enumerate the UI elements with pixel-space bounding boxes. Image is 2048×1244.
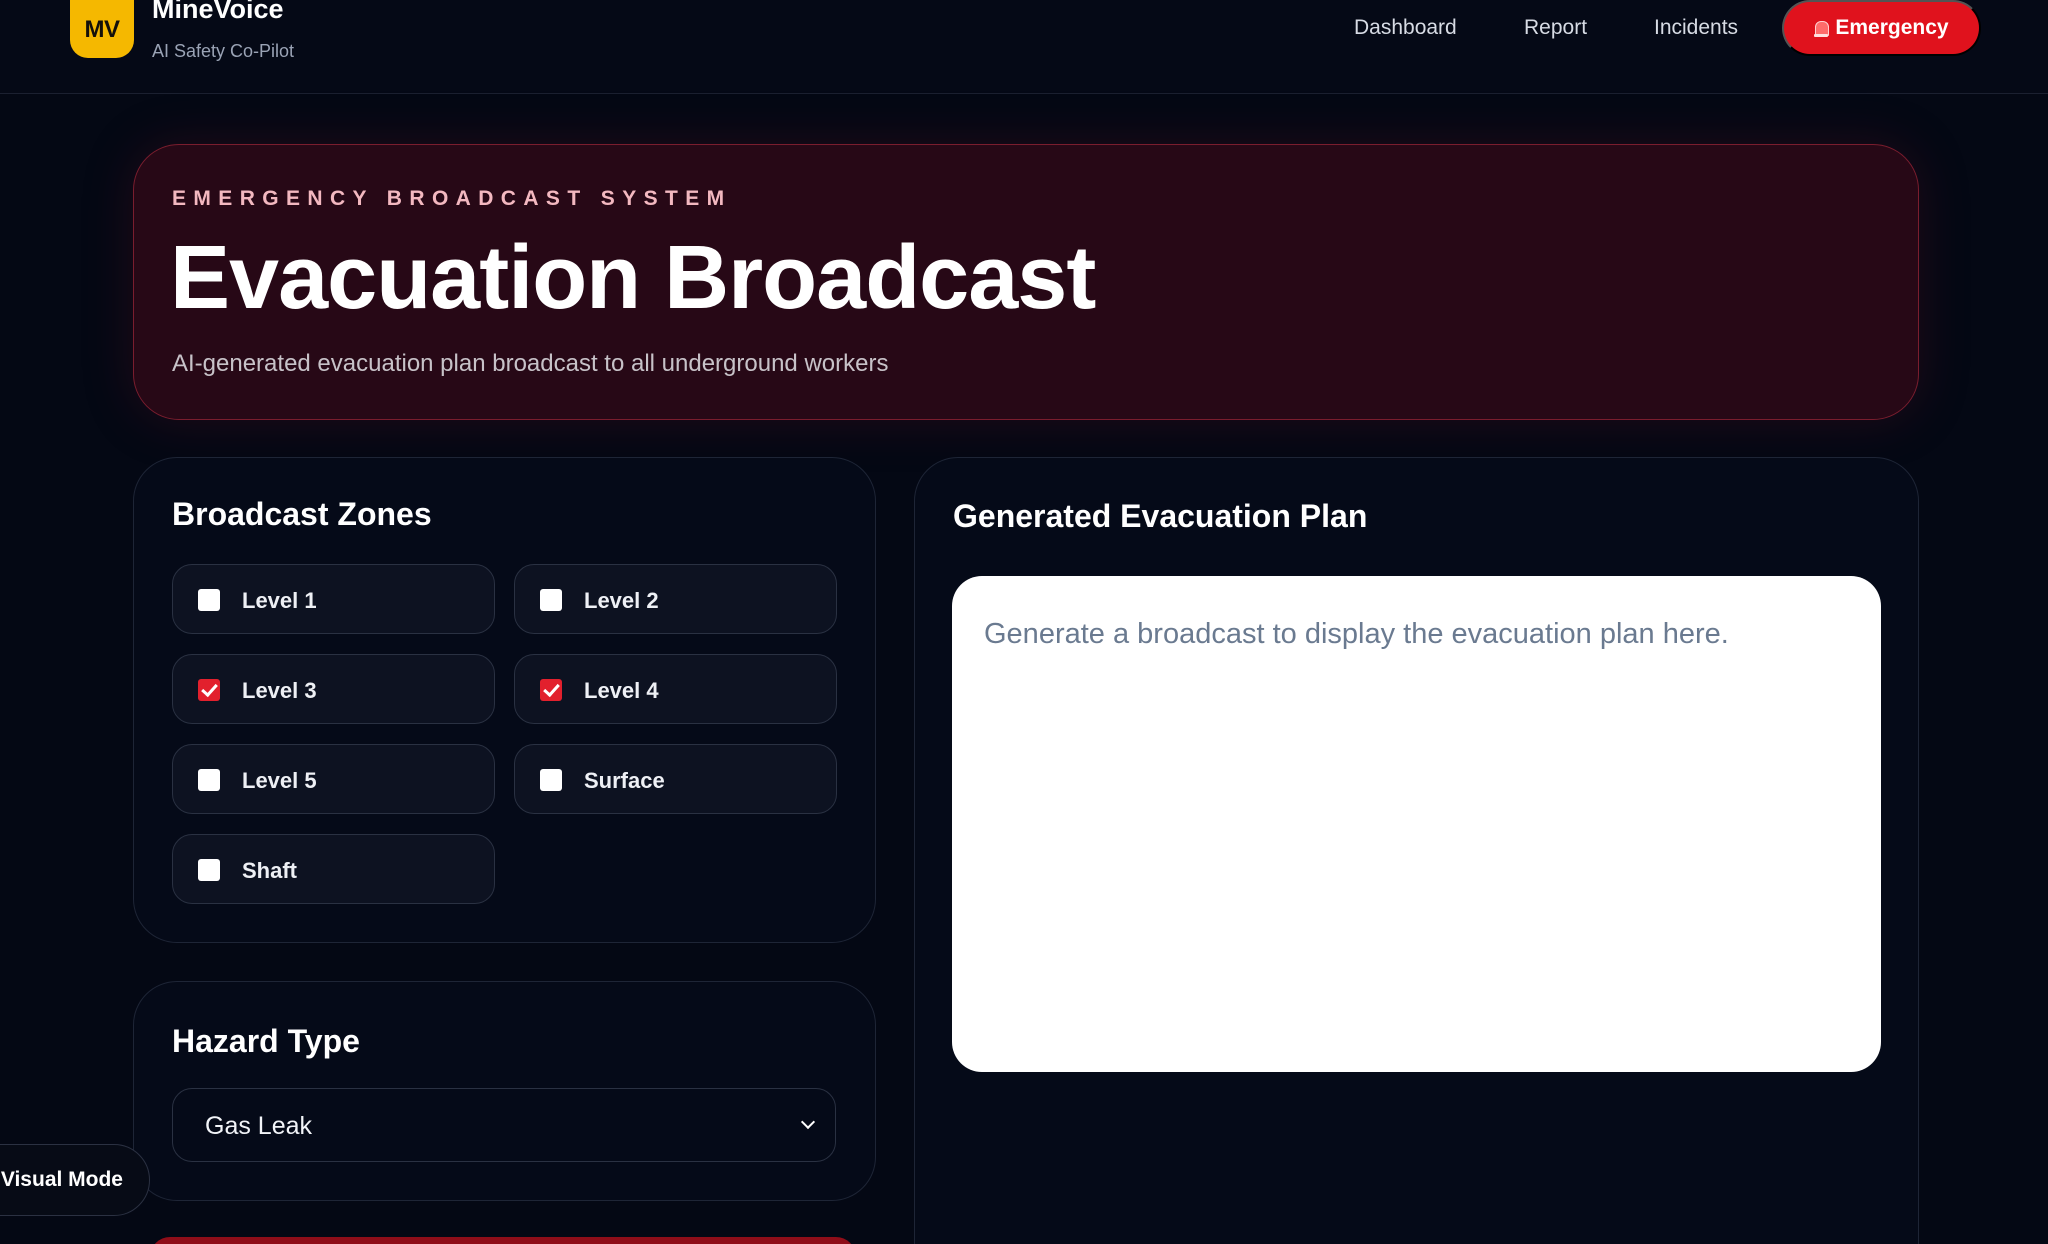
hero-banner: EMERGENCY BROADCAST SYSTEM Evacuation Br… bbox=[133, 144, 1919, 420]
zone-level-3[interactable]: Level 3 bbox=[172, 654, 495, 724]
zone-level-2[interactable]: Level 2 bbox=[514, 564, 837, 634]
evacuation-plan-placeholder: Generate a broadcast to display the evac… bbox=[984, 618, 1729, 650]
emergency-button[interactable]: Emergency bbox=[1782, 0, 1981, 56]
zone-label: Level 4 bbox=[584, 678, 659, 703]
app-name[interactable]: MineVoice bbox=[152, 0, 284, 25]
zone-label: Level 3 bbox=[242, 678, 317, 703]
broadcast-zones-card: Broadcast Zones Level 1 Level 2 Level 3 … bbox=[133, 457, 876, 943]
zone-label: Surface bbox=[584, 768, 665, 793]
hazard-type-card: Hazard Type Gas Leak bbox=[133, 981, 876, 1201]
hazard-type-select[interactable]: Gas Leak bbox=[172, 1088, 836, 1162]
evacuation-plan-title: Generated Evacuation Plan bbox=[953, 498, 1368, 534]
zone-shaft[interactable]: Shaft bbox=[172, 834, 495, 904]
app-logo[interactable]: MV bbox=[70, 0, 134, 58]
zone-level-1[interactable]: Level 1 bbox=[172, 564, 495, 634]
zone-label: Level 5 bbox=[242, 768, 317, 793]
page: MV MineVoice AI Safety Co-Pilot Dashboar… bbox=[0, 0, 2048, 1244]
zone-label: Level 1 bbox=[242, 588, 317, 613]
zone-surface[interactable]: Surface bbox=[514, 744, 837, 814]
nav-report-link[interactable]: Report bbox=[1524, 16, 1587, 40]
zone-checkbox[interactable] bbox=[198, 589, 220, 611]
visual-mode-toggle[interactable]: Visual Mode bbox=[0, 1144, 150, 1216]
zone-label: Shaft bbox=[242, 858, 297, 883]
app-tagline: AI Safety Co-Pilot bbox=[152, 41, 295, 61]
section-kicker: EMERGENCY BROADCAST SYSTEM bbox=[172, 187, 732, 210]
nav-incidents-link[interactable]: Incidents bbox=[1654, 16, 1738, 40]
page-title: Evacuation Broadcast bbox=[170, 228, 1096, 328]
zone-level-5[interactable]: Level 5 bbox=[172, 744, 495, 814]
top-navigation-bar: MV MineVoice AI Safety Co-Pilot Dashboar… bbox=[0, 0, 2048, 94]
chevron-down-icon bbox=[800, 1114, 816, 1130]
hazard-type-value: Gas Leak bbox=[205, 1112, 313, 1140]
nav-dashboard-link[interactable]: Dashboard bbox=[1354, 16, 1457, 40]
evacuation-plan-output: Generate a broadcast to display the evac… bbox=[952, 576, 1881, 1072]
emergency-label: Emergency bbox=[1835, 16, 1949, 39]
zone-checkbox-checked[interactable] bbox=[198, 679, 220, 701]
evacuation-plan-card: Generated Evacuation Plan Generate a bro… bbox=[914, 457, 1919, 1244]
hazard-type-title: Hazard Type bbox=[172, 1023, 360, 1059]
generate-broadcast-button-partial[interactable] bbox=[150, 1237, 856, 1244]
zone-label: Level 2 bbox=[584, 588, 659, 613]
broadcast-zones-title: Broadcast Zones bbox=[172, 496, 432, 532]
zone-checkbox-checked[interactable] bbox=[540, 679, 562, 701]
zone-level-4[interactable]: Level 4 bbox=[514, 654, 837, 724]
page-subtitle: AI-generated evacuation plan broadcast t… bbox=[172, 350, 889, 377]
zone-checkbox[interactable] bbox=[198, 769, 220, 791]
zone-checkbox[interactable] bbox=[540, 769, 562, 791]
siren-icon bbox=[1814, 19, 1830, 37]
zone-checkbox[interactable] bbox=[198, 859, 220, 881]
zone-checkbox[interactable] bbox=[540, 589, 562, 611]
